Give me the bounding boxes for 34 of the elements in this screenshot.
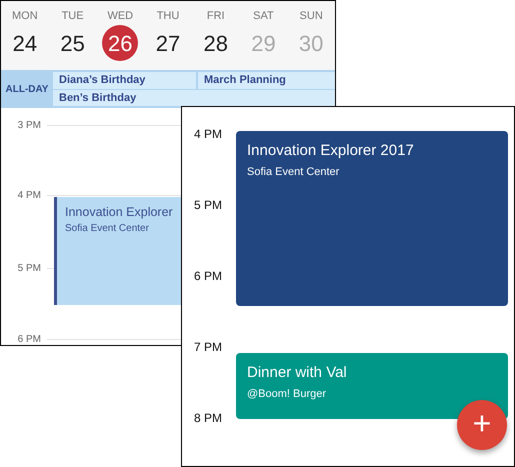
date-number[interactable]: 27 [150,25,186,61]
weekday-label: SUN [300,9,323,23]
date-number[interactable]: 26 [102,25,138,61]
event-title: Dinner with Val [247,363,348,382]
weekday-label: FRI [206,9,225,23]
hour-label: 4 PM [16,189,42,203]
weekday-label: WED [107,9,134,23]
event-location: @Boom! Burger [247,387,328,402]
event-block[interactable]: Innovation Explorer Sofia Event Center [54,197,182,305]
event-location: Sofia Event Center [65,222,150,236]
weekday-label: THU [156,9,180,23]
event-location: Sofia Event Center [247,165,340,180]
hour-label: 5 PM [16,262,42,276]
hour-label: 3 PM [16,119,42,133]
weekday-label: TUE [62,9,84,23]
date-number[interactable]: 28 [198,25,234,61]
all-day-event[interactable]: Diana’s Birthday [53,72,196,88]
hour-label: 6 PM [16,333,42,345]
hour-label: 7 PM [194,339,222,356]
hour-label: 4 PM [194,126,222,143]
event-title: Innovation Explorer [65,204,174,221]
weekday-label: SAT [253,9,274,23]
all-day-event[interactable]: Ben’s Birthday [53,90,335,106]
date-number[interactable]: 25 [54,25,91,61]
event-title: Innovation Explorer 2017 [247,141,415,160]
event-block[interactable]: Innovation Explorer 2017 Sofia Event Center [236,131,508,306]
hour-label: 5 PM [194,197,222,214]
date-number[interactable]: 24 [6,25,43,61]
add-button[interactable]: + [457,400,507,450]
hour-label: 6 PM [194,268,222,285]
hour-label: 8 PM [194,410,222,427]
all-day-label: ALL-DAY [4,82,50,96]
all-day-event[interactable]: March Planning [198,72,335,88]
weekday-label: MON [12,9,38,23]
